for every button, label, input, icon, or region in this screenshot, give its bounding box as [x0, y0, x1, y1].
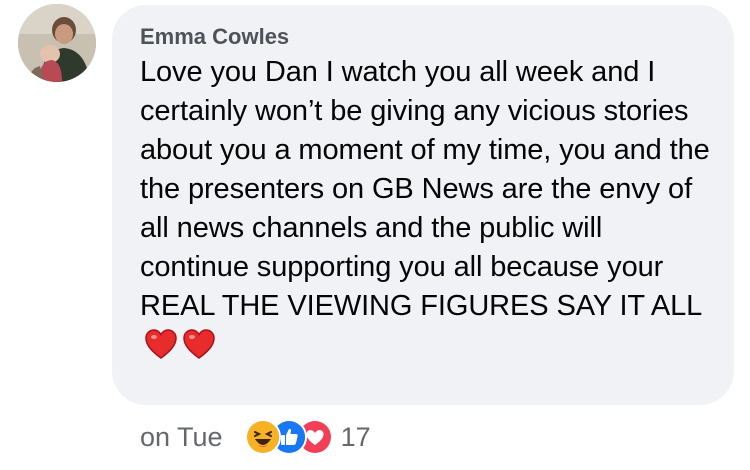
- haha-reaction-icon: [244, 419, 281, 455]
- avatar-photo: [18, 4, 96, 82]
- comment-body: Love you Dan I watch you all week and I …: [140, 53, 712, 371]
- heart-emoji: [144, 328, 178, 371]
- reaction-count[interactable]: 17: [341, 422, 371, 453]
- comment-footer: on Tue 17: [140, 412, 371, 462]
- comment-text: Love you Dan I watch you all week and I …: [140, 56, 710, 322]
- avatar[interactable]: [18, 4, 96, 82]
- comment-bubble: Emma Cowles Love you Dan I watch you all…: [112, 5, 734, 405]
- heart-emoji: [182, 328, 216, 371]
- reactions-summary[interactable]: [244, 419, 333, 455]
- comment-author[interactable]: Emma Cowles: [140, 23, 714, 51]
- comment-timestamp[interactable]: on Tue: [140, 422, 223, 453]
